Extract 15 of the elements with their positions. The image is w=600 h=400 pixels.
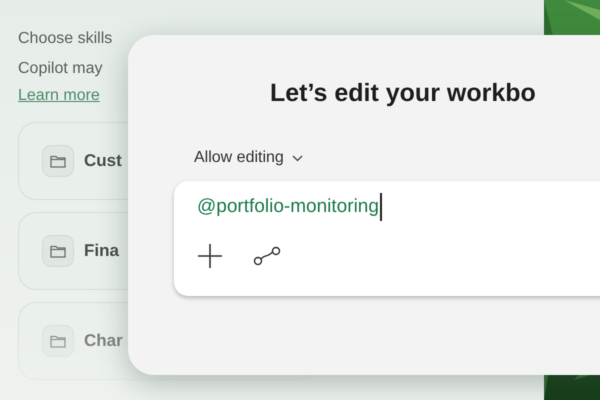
skill-name: Cust <box>84 151 122 171</box>
dialog-title: Let’s edit your workbo <box>270 78 537 109</box>
learn-more-link[interactable]: Learn more <box>18 84 100 108</box>
allow-editing-dropdown[interactable]: Allow editing <box>194 149 303 167</box>
folder-icon <box>50 244 66 258</box>
folder-icon <box>50 334 66 348</box>
skill-name: Fina <box>84 241 119 261</box>
skill-name: Char <box>84 331 123 351</box>
route-icon[interactable] <box>253 246 281 266</box>
description-text: Copilot may <box>18 59 104 79</box>
prompt-field[interactable]: @portfolio-monitoring <box>174 181 600 296</box>
folder-icon <box>50 154 66 168</box>
add-icon[interactable] <box>197 243 223 269</box>
chevron-down-icon <box>292 154 303 162</box>
description-text: Choose skills <box>18 29 114 49</box>
